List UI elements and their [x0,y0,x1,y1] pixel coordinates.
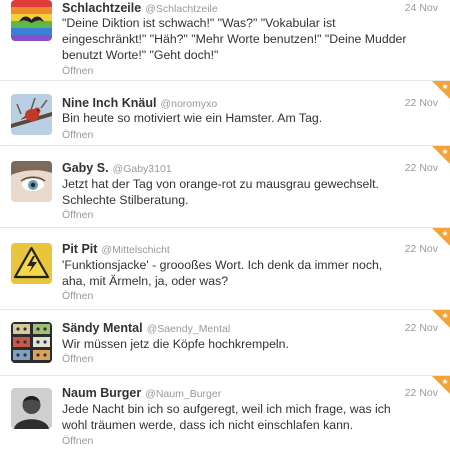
author-handle[interactable]: @noromyxo [160,98,217,110]
tweet-text: Jede Nacht bin ich so aufgeregt, weil ic… [62,401,420,433]
tweet-timestamp[interactable]: 22 Nov [405,162,438,174]
bird-on-branch-avatar-icon[interactable] [11,94,52,135]
tweet-text: Wir müssen jetz die Köpfe hochkrempeln. [62,336,420,352]
tweet-timestamp[interactable]: 24 Nov [405,2,438,14]
tweet-text: Jetzt hat der Tag von orange-rot zu maus… [62,176,420,208]
author-name[interactable]: Sändy Mental @Saendy_Mental [62,321,230,335]
tweet-text-line: Schlechte Stilberatung. [62,193,189,207]
author-handle[interactable]: @Gaby3101 [113,163,172,175]
author-handle[interactable]: @Naum_Burger [145,388,221,400]
face-closeup-avatar-icon[interactable] [11,161,52,202]
author-handle[interactable]: @Schlachtzeile [145,3,218,15]
tweet-text-line: benutzt Worte!" "Geht doch!" [62,48,219,62]
warning-sign-avatar-icon[interactable] [11,243,52,284]
tweet-item[interactable]: Schlachtzeile @Schlachtzeile 24 Nov "Dein… [0,0,450,81]
open-tweet-link[interactable]: Öffnen [62,353,93,365]
author-handle[interactable]: @Mittelschicht [101,244,169,256]
author-display-name[interactable]: Pit Pit [62,242,97,256]
tweet-text-line: "Deine Diktion ist schwach!" "Was?" "Vok… [62,16,336,30]
tweet-item[interactable]: Nine Inch Knäul @noromyxo 22 Nov Bin heut… [0,81,450,146]
author-name[interactable]: Gaby S. @Gaby3101 [62,161,172,175]
tweet-text-line: Jetzt hat der Tag von orange-rot zu maus… [62,177,379,191]
open-tweet-link[interactable]: Öffnen [62,290,93,302]
open-tweet-link[interactable]: Öffnen [62,65,93,77]
tweet-timeline: Schlachtzeile @Schlachtzeile 24 Nov "Dein… [0,0,450,452]
cassette-tapes-avatar-icon[interactable] [11,322,52,363]
tweet-timestamp[interactable]: 22 Nov [405,387,438,399]
author-display-name[interactable]: Nine Inch Knäul [62,96,156,110]
tweet-timestamp[interactable]: 22 Nov [405,243,438,255]
tweet-timestamp[interactable]: 22 Nov [405,322,438,334]
open-tweet-link[interactable]: Öffnen [62,209,93,221]
tweet-item[interactable]: Gaby S. @Gaby3101 22 Nov Jetzt hat der Ta… [0,146,450,228]
author-name[interactable]: Pit Pit @Mittelschicht [62,242,170,256]
author-display-name[interactable]: Schlachtzeile [62,1,141,15]
portrait-bw-avatar-icon[interactable] [11,388,52,429]
author-display-name[interactable]: Sändy Mental [62,321,143,335]
tweet-text: 'Funktionsjacke' - groooßes Wort. Ich de… [62,257,420,289]
tweet-text: "Deine Diktion ist schwach!" "Was?" "Vok… [62,15,420,63]
author-display-name[interactable]: Naum Burger [62,386,141,400]
author-name[interactable]: Schlachtzeile @Schlachtzeile [62,1,218,15]
tweet-text-line: Bin heute so motiviert wie ein Hamster. … [62,111,323,125]
rainbow-mustache-avatar-icon[interactable] [11,0,52,41]
tweet-timestamp[interactable]: 22 Nov [405,97,438,109]
tweet-text-line: Wir müssen jetz die Köpfe hochkrempeln. [62,337,289,351]
author-name[interactable]: Nine Inch Knäul @noromyxo [62,96,217,110]
open-tweet-link[interactable]: Öffnen [62,129,93,141]
open-tweet-link[interactable]: Öffnen [62,435,93,447]
tweet-item[interactable]: Pit Pit @Mittelschicht 22 Nov 'Funktionsj… [0,228,450,310]
tweet-item[interactable]: Naum Burger @Naum_Burger 22 Nov Jede Nach… [0,376,450,452]
author-handle[interactable]: @Saendy_Mental [147,323,231,335]
tweet-item[interactable]: Sändy Mental @Saendy_Mental 22 Nov Wir mü… [0,310,450,376]
tweet-text-line: Jede Nacht bin ich so aufgeregt, weil ic… [62,402,391,416]
tweet-text-line: wohl träumen werde, dass ich nicht einsc… [62,418,354,432]
tweet-text: Bin heute so motiviert wie ein Hamster. … [62,110,420,126]
tweet-text-line: 'Funktionsjacke' - groooßes Wort. Ich de… [62,258,383,272]
tweet-text-line: aha, mit Ärmeln, ja, oder was? [62,274,229,288]
author-name[interactable]: Naum Burger @Naum_Burger [62,386,221,400]
author-display-name[interactable]: Gaby S. [62,161,109,175]
tweet-text-line: eingeschränkt!" "Häh?" "Mehr Worte benut… [62,32,407,46]
